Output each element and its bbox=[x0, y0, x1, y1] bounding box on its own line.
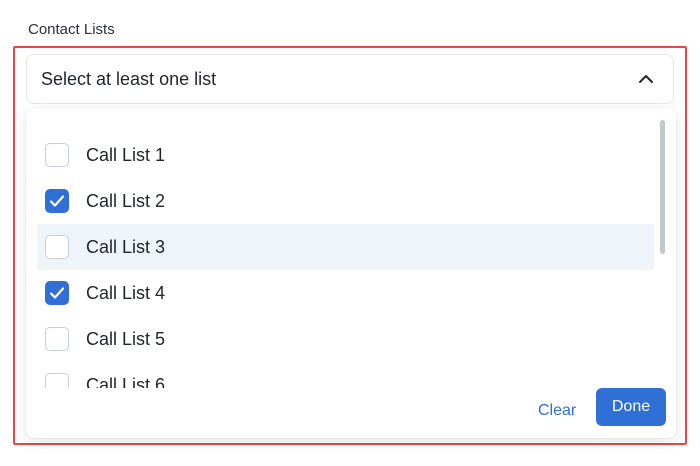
list-option-call-list-1[interactable]: Call List 1 bbox=[37, 132, 654, 178]
checkbox[interactable] bbox=[45, 235, 69, 259]
select-placeholder: Select at least one list bbox=[41, 68, 217, 89]
chevron-up-icon[interactable] bbox=[635, 68, 657, 90]
clear-button[interactable]: Clear bbox=[538, 398, 576, 424]
list-option-call-list-5[interactable]: Call List 5 bbox=[37, 316, 654, 362]
contact-lists-dropdown: Call List 1 Call List 2 Call List 3 Call… bbox=[26, 108, 676, 438]
check-icon bbox=[49, 287, 65, 299]
done-button[interactable]: Done bbox=[596, 388, 666, 426]
check-icon bbox=[49, 195, 65, 207]
contact-lists-select[interactable]: Select at least one list bbox=[26, 54, 674, 104]
option-label: Call List 4 bbox=[86, 282, 166, 303]
dropdown-footer: Clear Done bbox=[26, 386, 676, 438]
list-option-call-list-3[interactable]: Call List 3 bbox=[37, 224, 654, 270]
checkbox[interactable] bbox=[45, 327, 69, 351]
list-option-call-list-2[interactable]: Call List 2 bbox=[37, 178, 654, 224]
checkbox[interactable] bbox=[45, 143, 69, 167]
option-list[interactable]: Call List 1 Call List 2 Call List 3 Call… bbox=[26, 120, 654, 388]
scrollbar-thumb[interactable] bbox=[660, 120, 665, 254]
contact-lists-label: Contact Lists bbox=[28, 21, 115, 38]
option-label: Call List 5 bbox=[86, 328, 166, 349]
list-option-call-list-4[interactable]: Call List 4 bbox=[37, 270, 654, 316]
option-label: Call List 2 bbox=[86, 190, 166, 211]
checkbox-checked[interactable] bbox=[45, 281, 69, 305]
checkbox-checked[interactable] bbox=[45, 189, 69, 213]
list-option-call-list-6[interactable]: Call List 6 bbox=[37, 362, 654, 388]
option-label: Call List 1 bbox=[86, 144, 166, 165]
option-label: Call List 3 bbox=[86, 236, 166, 257]
